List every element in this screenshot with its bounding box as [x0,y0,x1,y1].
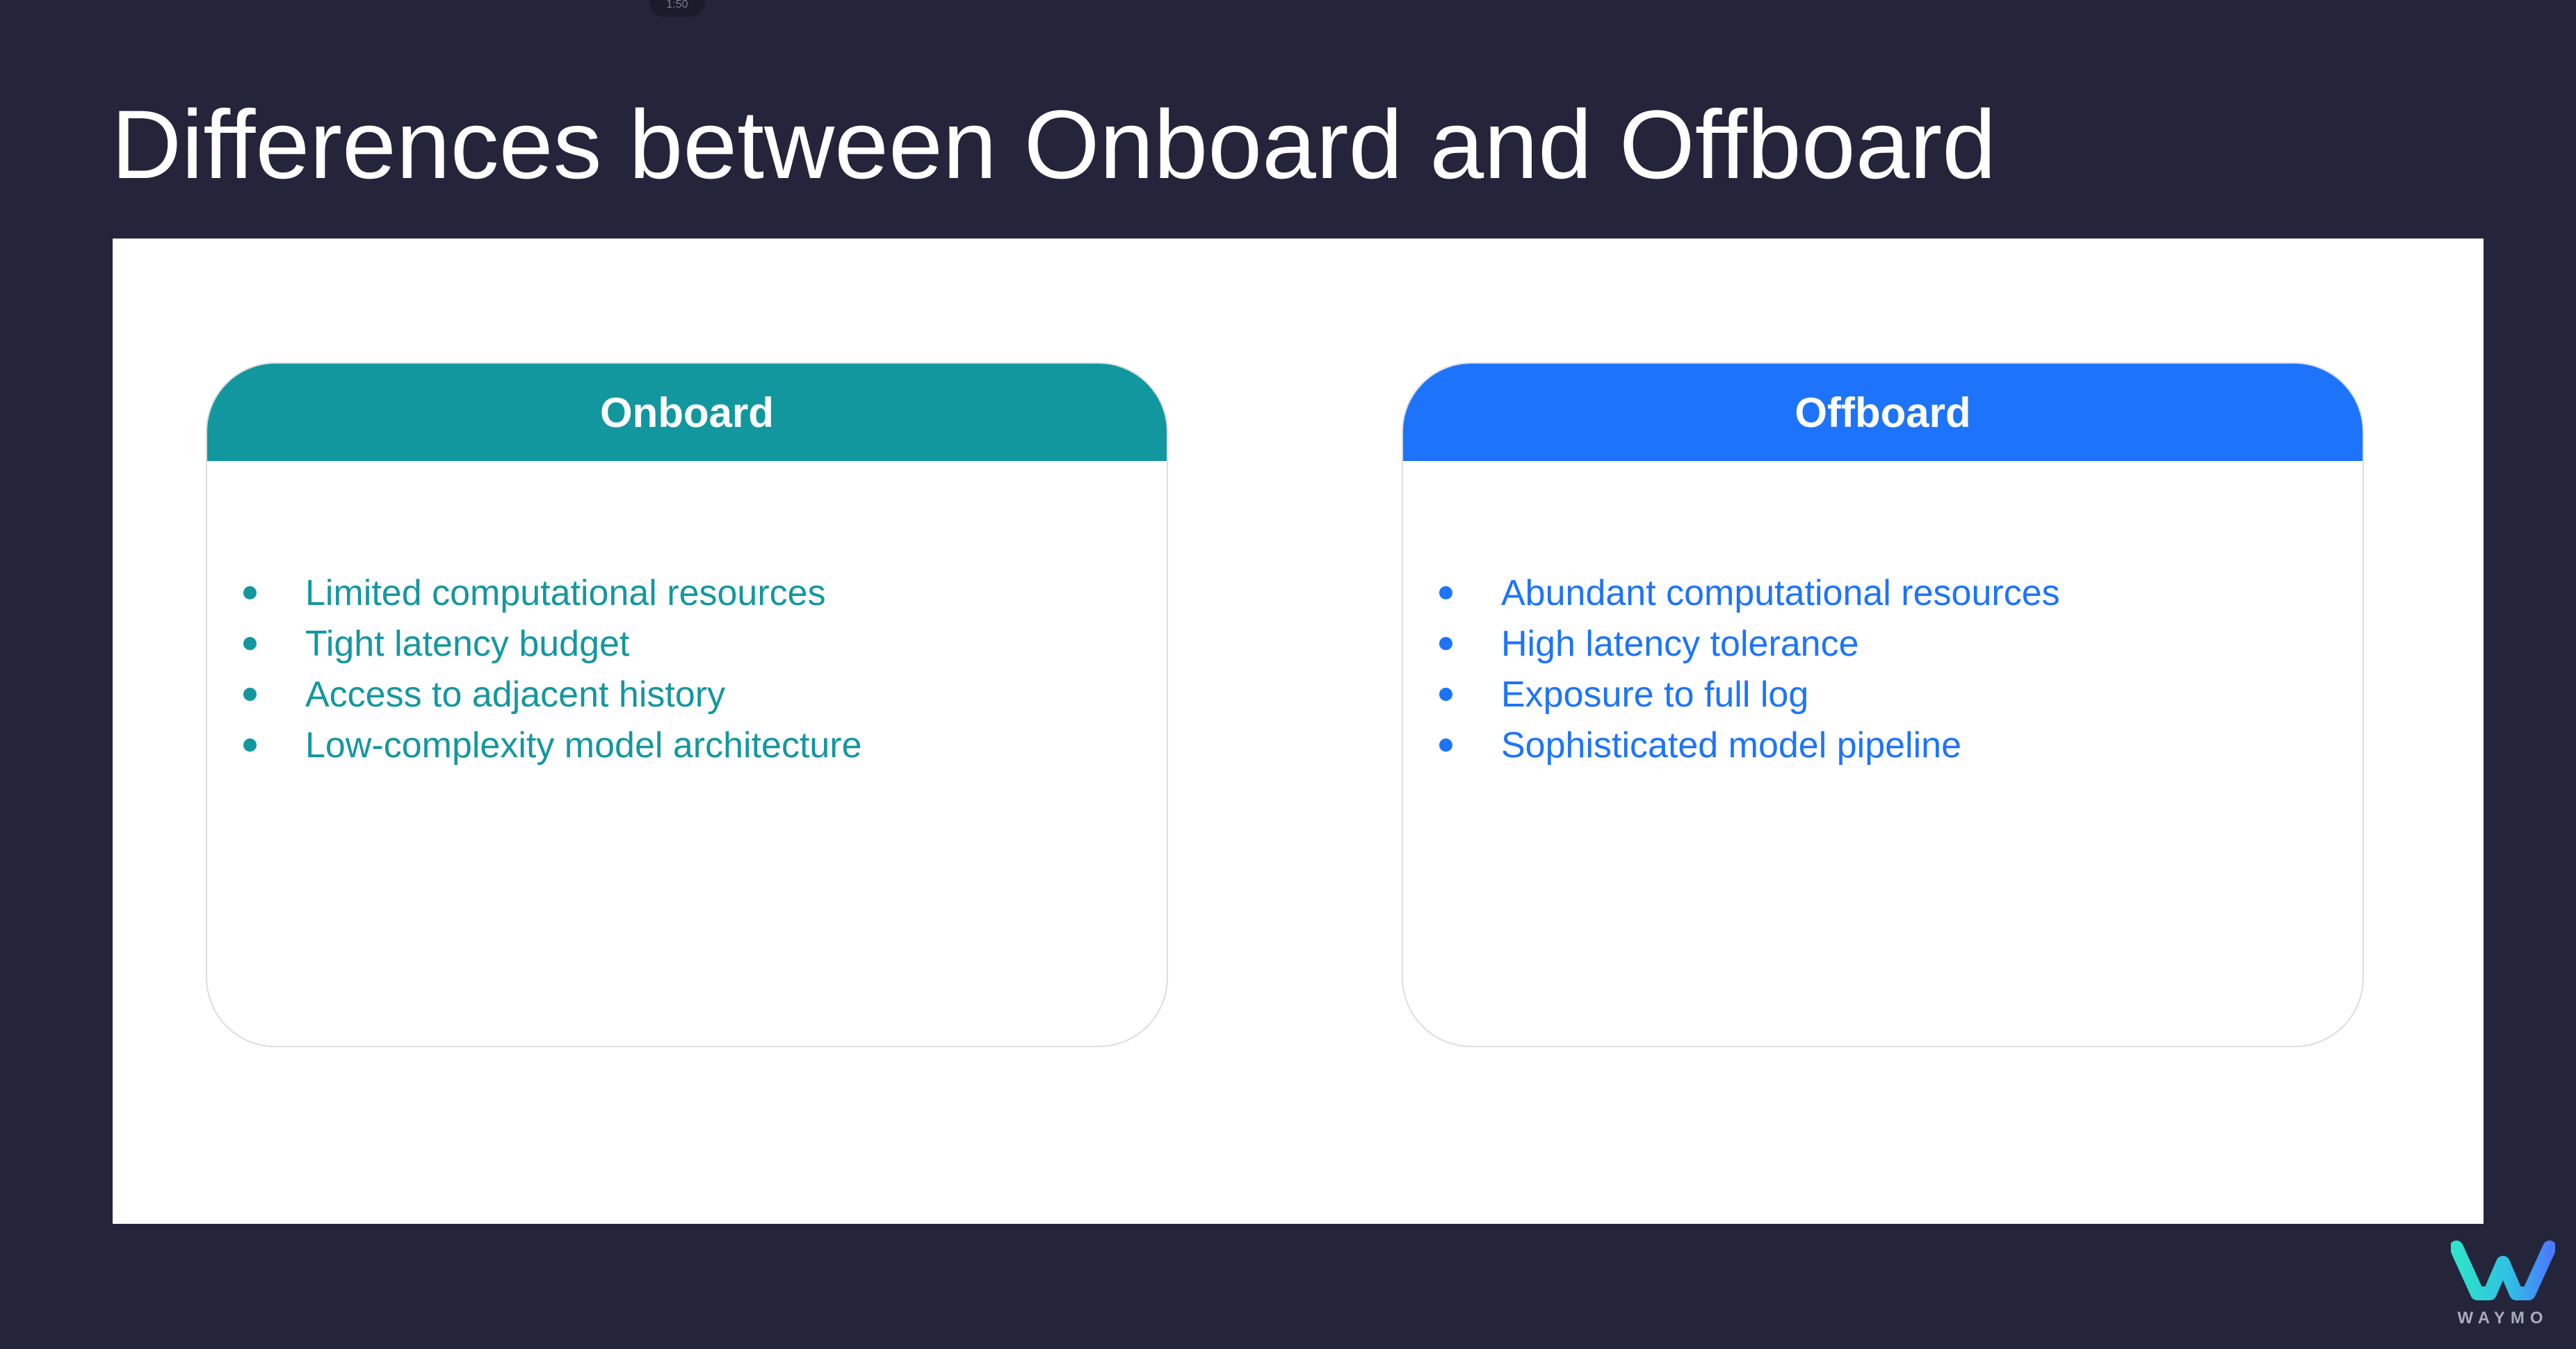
list-item-text: Access to adjacent history [305,674,726,715]
list-item: Tight latency budget [243,618,1139,669]
list-item: Sophisticated model pipeline [1439,720,2335,770]
list-item: Low-complexity model architecture [243,720,1139,770]
list-item: Exposure to full log [1439,669,2335,720]
list-item: Abundant computational resources [1439,567,2335,618]
bullet-icon [243,586,257,599]
list-item-text: Limited computational resources [305,572,826,613]
list-item-text: High latency tolerance [1501,623,1859,664]
onboard-list: Limited computational resources Tight la… [243,567,1139,770]
bullet-icon [1439,688,1452,701]
top-indicator: 1:50 [649,0,705,17]
offboard-list: Abundant computational resources High la… [1439,567,2335,770]
list-item-text: Tight latency budget [305,623,630,664]
bullet-icon [243,738,257,752]
bullet-icon [1439,637,1452,650]
onboard-card-header: Onboard [207,364,1167,461]
waymo-logo-icon [2451,1241,2555,1300]
waymo-wordmark: WAYMO [2457,1309,2549,1327]
page-title: Differences between Onboard and Offboard [111,90,1997,199]
list-item-text: Abundant computational resources [1501,572,2060,613]
list-item-text: Exposure to full log [1501,674,1809,715]
list-item: High latency tolerance [1439,618,2335,669]
list-item-text: Sophisticated model pipeline [1501,725,1961,766]
bullet-icon [243,688,257,701]
offboard-card-header: Offboard [1403,364,2363,461]
bullet-icon [243,637,257,650]
list-item-text: Low-complexity model architecture [305,725,862,766]
offboard-card: Offboard Abundant computational resource… [1402,362,2364,1047]
onboard-card: Onboard Limited computational resources … [206,362,1168,1047]
bullet-icon [1439,738,1452,752]
slide-content-panel: Onboard Limited computational resources … [113,239,2484,1224]
bullet-icon [1439,586,1452,599]
list-item: Access to adjacent history [243,669,1139,720]
waymo-logo: WAYMO [2451,1238,2555,1328]
list-item: Limited computational resources [243,567,1139,618]
